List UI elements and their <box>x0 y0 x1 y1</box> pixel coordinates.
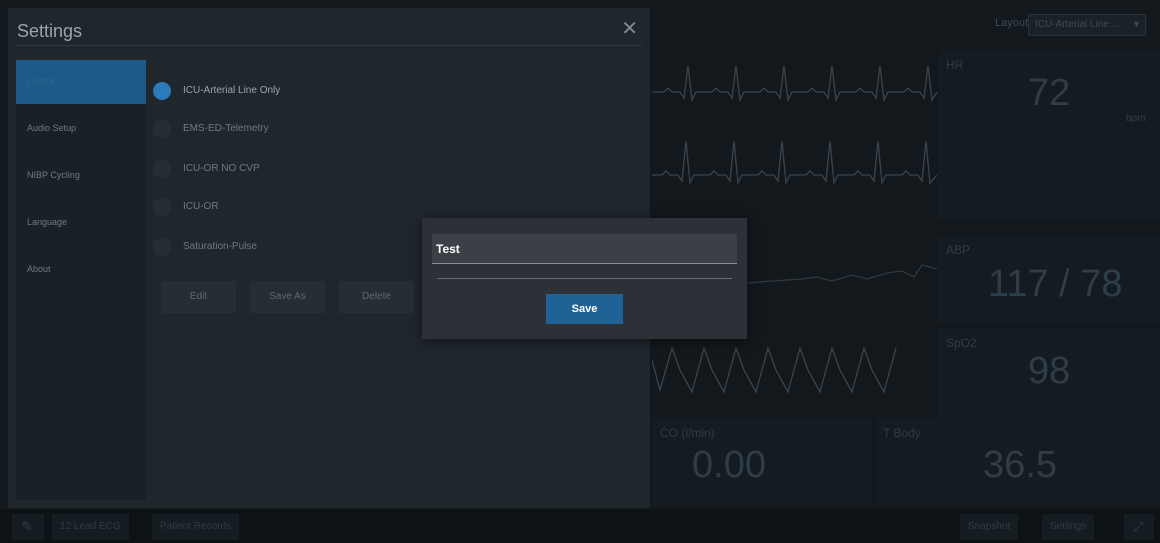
ecg-waveform-2 <box>652 140 937 186</box>
hr-value: 72 <box>1028 72 1071 114</box>
spo2-value: 98 <box>1028 350 1071 392</box>
dialog-divider <box>437 278 732 279</box>
spo2-tile: SpO2 98 <box>938 328 1160 418</box>
layout-option-label: ICU-OR NO CVP <box>183 163 260 174</box>
layout-option-label: ICU-Arterial Line Only <box>183 85 281 96</box>
ecg-waveform-1 <box>652 65 937 103</box>
spo2-label: SpO2 <box>946 336 977 350</box>
hr-unit: bpm <box>1126 113 1146 124</box>
snapshot-button[interactable]: Snapshot <box>960 514 1019 540</box>
sidebar-item-language[interactable]: Language <box>16 201 146 245</box>
sidebar-item-label: About <box>27 264 51 274</box>
co-label: CO (l/min) <box>660 426 715 440</box>
sidebar-item-audio-setup[interactable]: Audio Setup <box>16 107 146 151</box>
save-layout-dialog: Save <box>422 218 747 339</box>
settings-button[interactable]: Settings <box>1042 514 1095 540</box>
abp-value: 117 / 78 <box>988 263 1123 305</box>
close-icon[interactable]: ✕ <box>621 19 638 39</box>
layout-select[interactable]: ICU-Arterial Line ... ▼ <box>1028 14 1146 36</box>
save-as-button[interactable]: Save As <box>250 281 325 313</box>
co-tile: CO (l/min) 0.00 <box>652 418 872 506</box>
radio-button[interactable] <box>153 238 171 256</box>
layout-option-label: Saturation-Pulse <box>183 241 257 252</box>
layout-name-input[interactable] <box>432 234 737 264</box>
radio-button[interactable] <box>153 160 171 178</box>
temp-label: T Body <box>883 426 921 440</box>
edit-button[interactable]: Edit <box>161 281 236 313</box>
settings-sidebar: Layout Audio Setup NIBP Cycling Language… <box>16 60 146 500</box>
hr-tile: HR 72 bpm <box>938 50 1160 220</box>
hr-label: HR <box>946 58 964 72</box>
wrench-icon[interactable]: ✎ <box>12 514 44 540</box>
layout-select-value: ICU-Arterial Line ... <box>1035 19 1121 30</box>
sidebar-item-nibp-cycling[interactable]: NIBP Cycling <box>16 154 146 198</box>
sidebar-item-label: Layout <box>27 76 55 86</box>
expand-icon[interactable]: ⤢ <box>1124 514 1154 540</box>
sidebar-item-about[interactable]: About <box>16 248 146 292</box>
save-button[interactable]: Save <box>546 294 623 324</box>
abp-label: ABP <box>946 243 971 257</box>
sidebar-item-layout[interactable]: Layout <box>16 60 146 104</box>
abp-tile: ABP 117 / 78 <box>938 235 1160 325</box>
patient-records-button[interactable]: Patient Records <box>152 514 240 540</box>
temp-value: 36.5 <box>983 444 1057 486</box>
monitor-bottom-bar: ✎ 12 Lead ECG Patient Records Snapshot S… <box>0 509 1160 543</box>
radio-button[interactable] <box>153 120 171 138</box>
settings-title: Settings <box>17 21 83 41</box>
title-divider <box>16 45 642 46</box>
radio-button-checked[interactable] <box>153 82 171 100</box>
layout-option-label: EMS-ED-Telemetry <box>183 123 269 134</box>
temp-tile: T Body 36.5 <box>875 418 1160 506</box>
pleth-waveform <box>652 345 897 394</box>
sidebar-item-label: Audio Setup <box>27 123 77 133</box>
sidebar-item-label: NIBP Cycling <box>27 170 80 180</box>
co-value: 0.00 <box>692 444 766 486</box>
ecg-button[interactable]: 12 Lead ECG <box>52 514 129 540</box>
layout-label: Layout <box>994 17 1028 29</box>
monitor-top-bar: Layout ICU-Arterial Line ... ▼ <box>650 8 1160 38</box>
chevron-down-icon: ▼ <box>1132 19 1141 29</box>
delete-button[interactable]: Delete <box>339 281 414 313</box>
radio-button[interactable] <box>153 198 171 216</box>
layout-option-label: ICU-OR <box>183 201 219 212</box>
sidebar-item-label: Language <box>27 217 68 227</box>
